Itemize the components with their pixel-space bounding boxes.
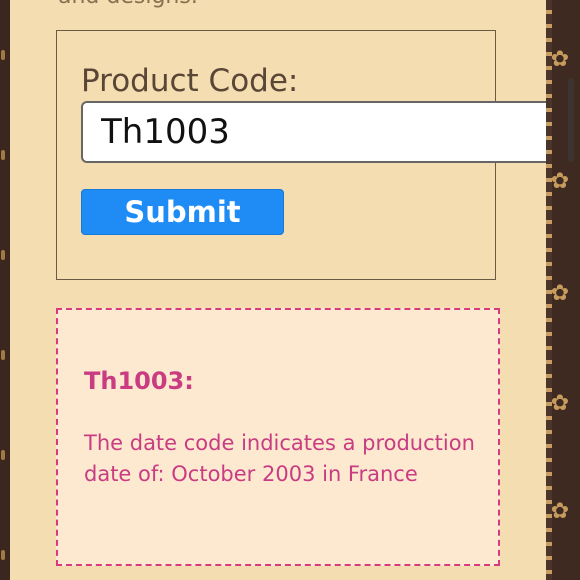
monogram-flower-icon: ✿ [550, 169, 570, 194]
left-pattern-dot [1, 450, 5, 460]
left-pattern-dot [1, 250, 5, 260]
left-pattern-dot [1, 150, 5, 160]
monogram-flower-icon: ✿ [550, 281, 570, 306]
product-code-form: Product Code: Submit [56, 30, 577, 280]
left-pattern-dot [1, 50, 5, 60]
monogram-flower-icon: ✿ [550, 391, 570, 416]
monogram-flower-icon: ✿ [550, 499, 570, 524]
submit-button[interactable]: Submit [81, 189, 284, 235]
left-pattern-strip [0, 0, 10, 580]
product-code-label: Product Code: [81, 63, 299, 99]
result-body: The date code indicates a production dat… [84, 431, 475, 486]
product-code-input[interactable] [83, 103, 575, 161]
result-title: Th1003: [84, 367, 194, 395]
left-pattern-dot [1, 350, 5, 360]
product-code-input-wrapper[interactable] [81, 101, 577, 163]
vertical-scrollbar[interactable] [568, 78, 574, 162]
intro-text-fragment: and designs. [58, 0, 198, 9]
left-pattern-dot [1, 550, 5, 560]
result-box: Th1003: The date code indicates a produc… [56, 308, 500, 566]
monogram-flower-icon: ✿ [550, 47, 570, 72]
